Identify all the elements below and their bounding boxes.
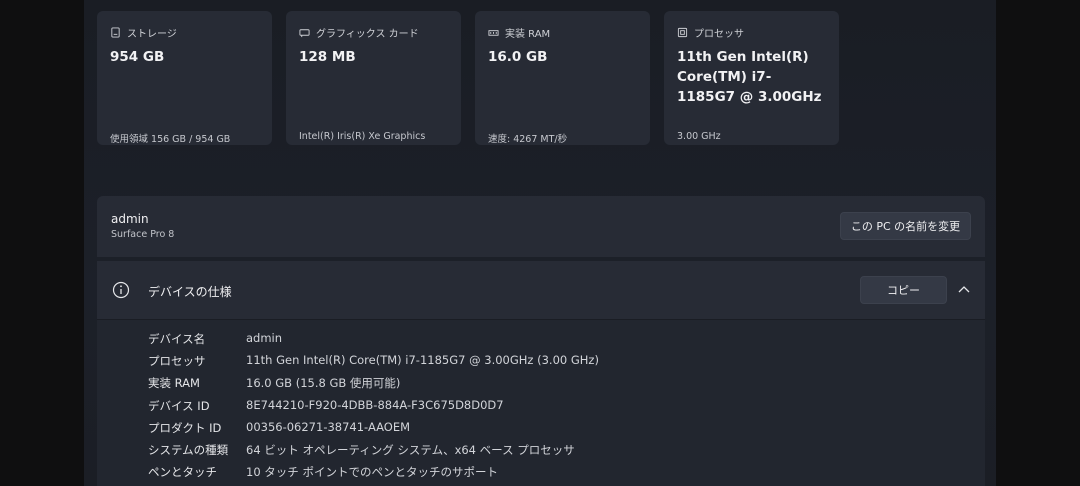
spec-key: システムの種類	[148, 443, 229, 457]
spec-key: プロセッサ	[148, 354, 206, 368]
device-specs-title: デバイスの仕様	[148, 285, 232, 299]
ram-card[interactable]: 実装 RAM 16.0 GB 速度: 4267 MT/秒	[475, 11, 650, 145]
ram-icon	[488, 30, 499, 36]
info-icon	[112, 281, 130, 299]
spec-value: 16.0 GB (15.8 GB 使用可能)	[246, 376, 401, 390]
graphics-card-icon	[299, 29, 310, 38]
storage-card[interactable]: ストレージ 954 GB 使用領域 156 GB / 954 GB	[97, 11, 272, 145]
device-name-bar: admin Surface Pro 8 この PC の名前を変更	[97, 196, 985, 257]
spec-key: デバイス ID	[148, 399, 210, 413]
card-value: 16.0 GB	[488, 49, 548, 65]
device-specs-section: デバイスの仕様 コピー デバイス名 admin プロセッサ 11th Gen I…	[97, 261, 985, 486]
spec-key: ペンとタッチ	[148, 465, 217, 479]
graphics-card[interactable]: グラフィックス カード 128 MB Intel(R) Iris(R) Xe G…	[286, 11, 461, 145]
card-label: プロセッサ	[694, 29, 744, 40]
spec-value: 11th Gen Intel(R) Core(TM) i7-1185G7 @ 3…	[246, 353, 599, 367]
card-value: 11th Gen Intel(R) Core(TM) i7-1185G7 @ 3…	[677, 49, 822, 105]
device-specs-header[interactable]: デバイスの仕様 コピー	[97, 261, 985, 320]
card-value: 128 MB	[299, 49, 356, 65]
device-model: Surface Pro 8	[111, 229, 175, 240]
copy-button[interactable]: コピー	[860, 276, 947, 304]
storage-icon	[111, 27, 120, 38]
spec-value: 00356-06271-38741-AAOEM	[246, 420, 411, 434]
spec-value: 10 タッチ ポイントでのペンとタッチのサポート	[246, 465, 498, 479]
card-sub: Intel(R) Iris(R) Xe Graphics	[299, 131, 426, 142]
rename-pc-button[interactable]: この PC の名前を変更	[840, 212, 971, 240]
processor-icon	[677, 27, 688, 38]
card-label: ストレージ	[127, 29, 177, 40]
spec-value: 8E744210-F920-4DBB-884A-F3C675D8D0D7	[246, 398, 504, 412]
spec-key: デバイス名	[148, 332, 206, 346]
spec-key: 実装 RAM	[148, 376, 200, 390]
spec-value: admin	[246, 331, 283, 345]
processor-card[interactable]: プロセッサ 11th Gen Intel(R) Core(TM) i7-1185…	[664, 11, 839, 145]
card-sub: 3.00 GHz	[677, 131, 721, 142]
card-label: グラフィックス カード	[316, 29, 419, 40]
card-label: 実装 RAM	[505, 29, 551, 40]
spec-value: 64 ビット オペレーティング システム、x64 ベース プロセッサ	[246, 443, 575, 457]
card-value: 954 GB	[110, 49, 165, 65]
card-sub: 使用領域 156 GB / 954 GB	[110, 134, 231, 145]
chevron-up-icon[interactable]	[958, 285, 970, 295]
device-name: admin	[111, 212, 149, 226]
card-sub: 速度: 4267 MT/秒	[488, 134, 568, 145]
spec-key: プロダクト ID	[148, 421, 222, 435]
